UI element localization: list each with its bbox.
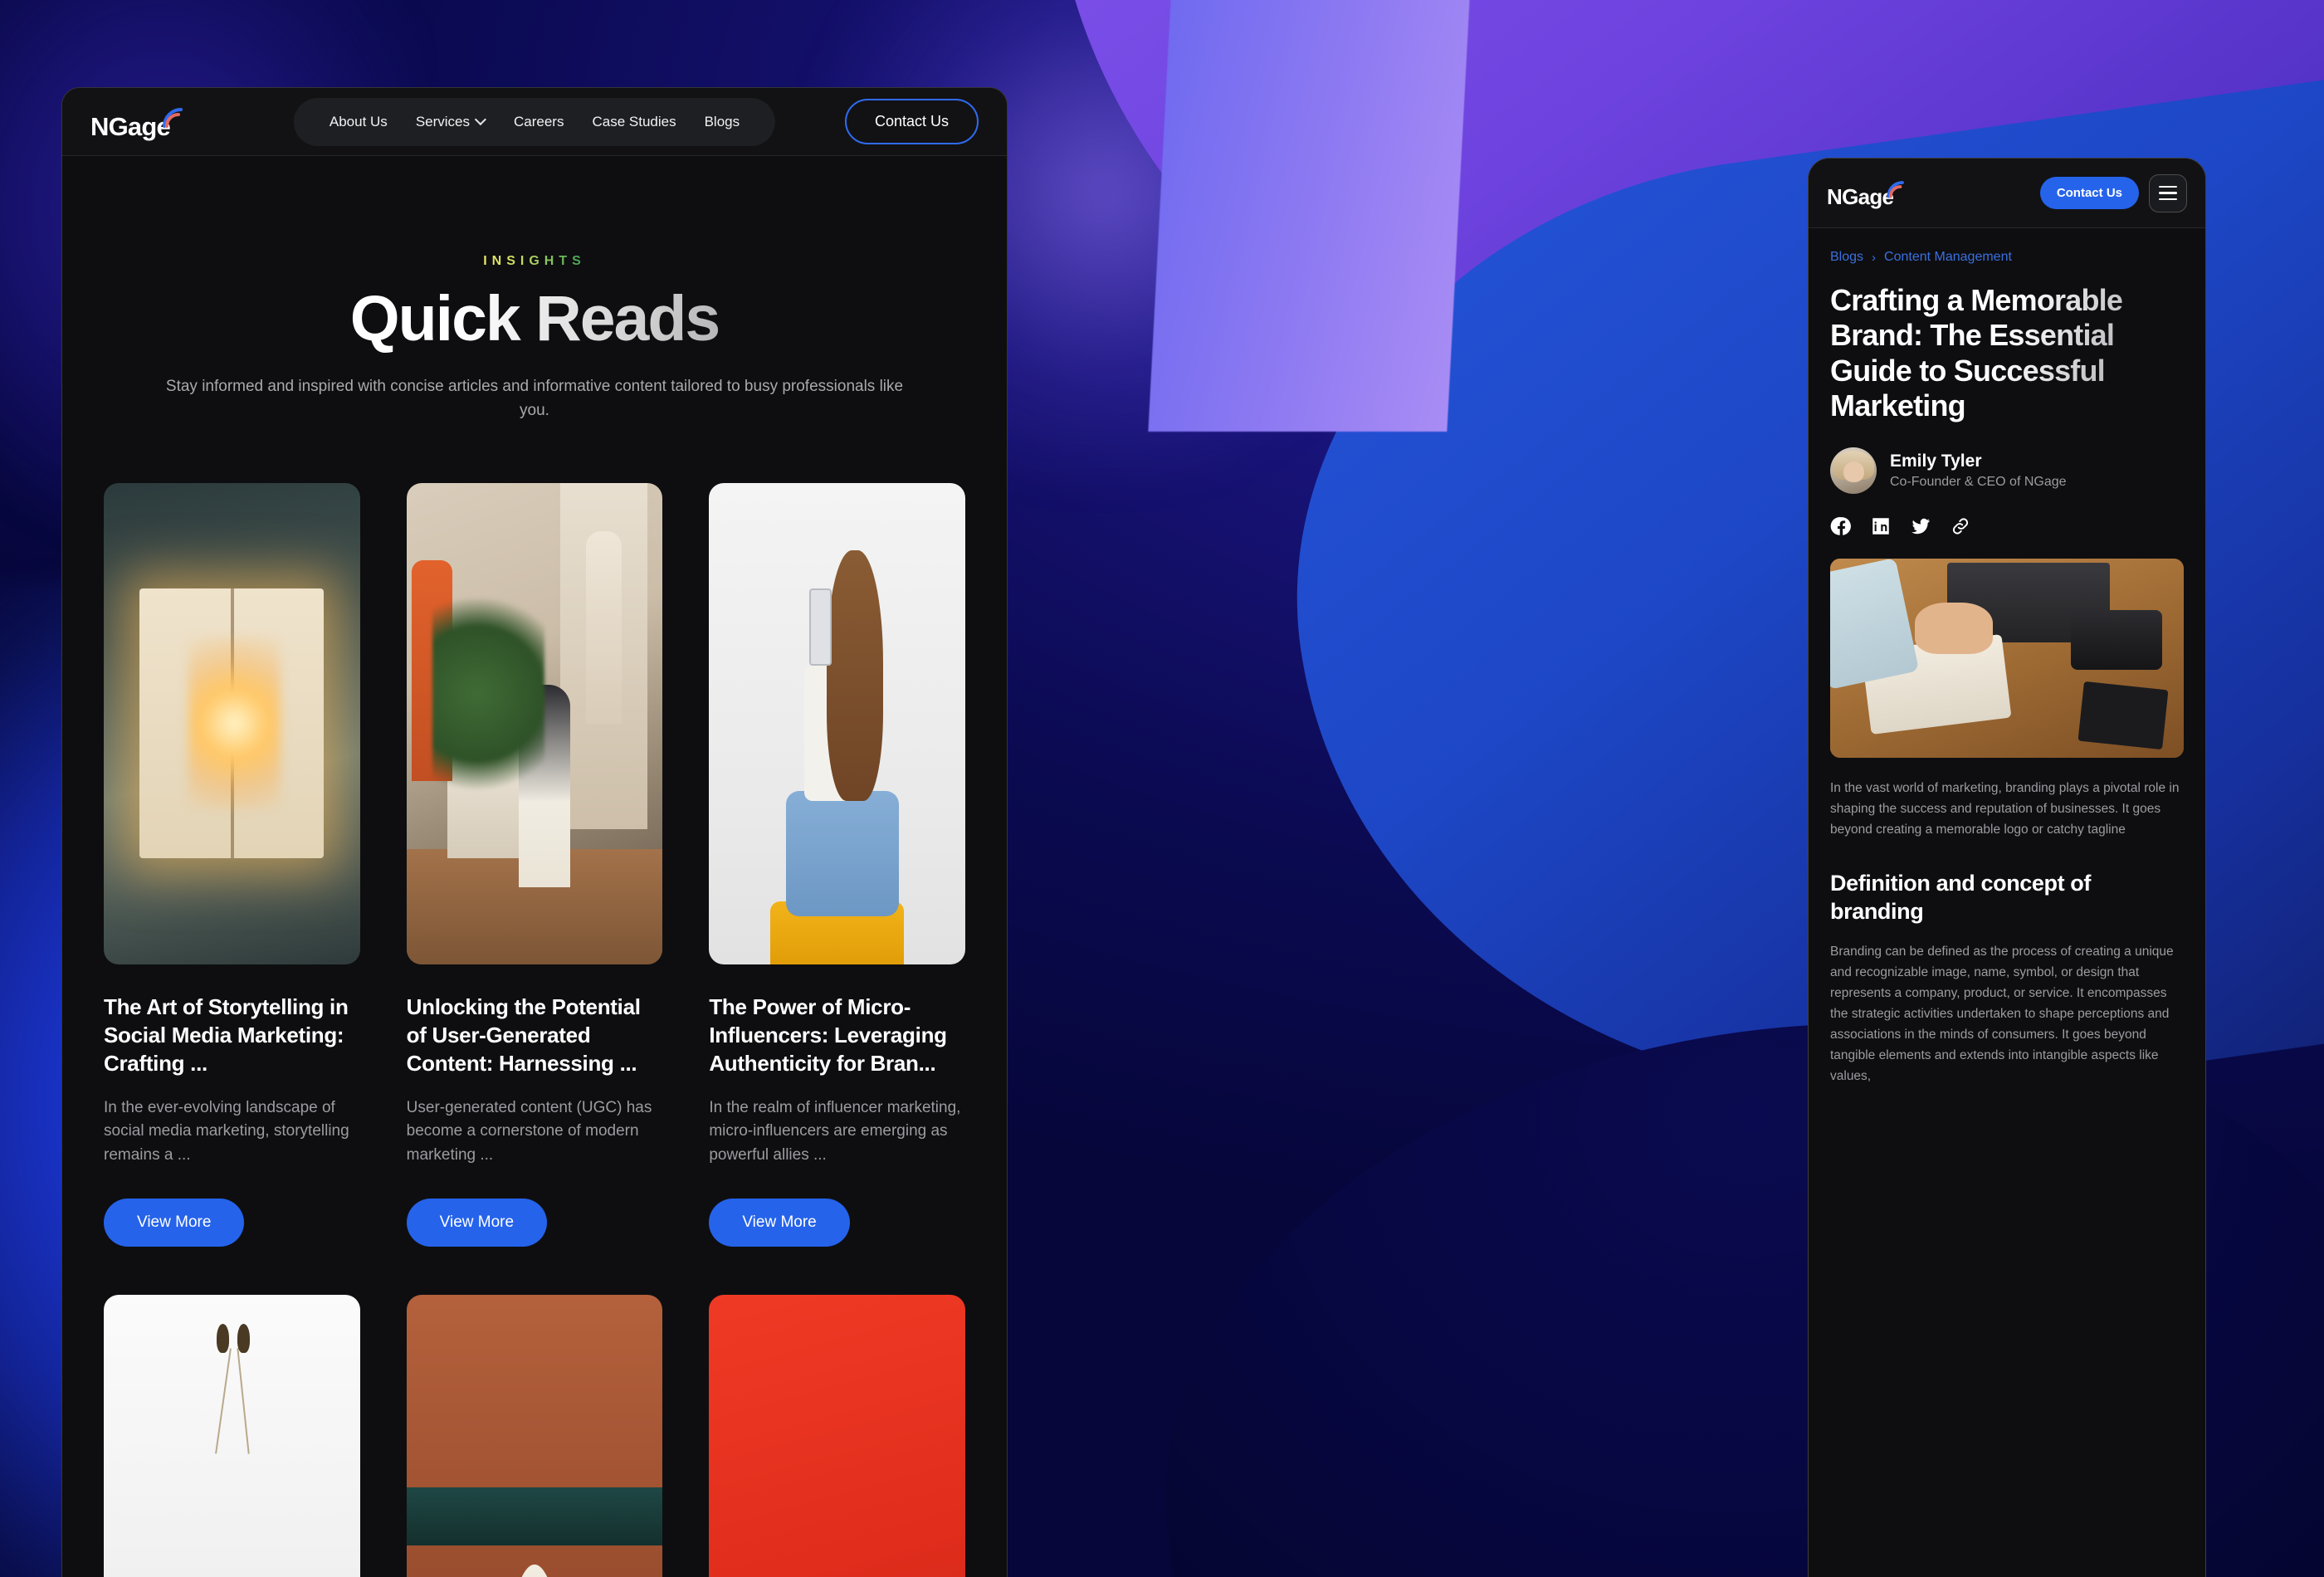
site-logo[interactable]: NGage [90, 105, 186, 139]
author-name: Emily Tyler [1890, 451, 1982, 471]
card-title: The Art of Storytelling in Social Media … [104, 994, 349, 1077]
blog-card[interactable]: Unlocking the Potential of User-Generate… [406, 482, 663, 1247]
linkedin-icon[interactable] [1870, 515, 1892, 537]
logo-signal-arcs-icon [161, 105, 186, 129]
nav-label: About Us [329, 113, 388, 129]
nav-item-careers[interactable]: Careers [500, 107, 578, 137]
article-author: Emily Tyler Co-Founder & CEO of NGage [1830, 447, 2184, 494]
article-section-paragraph: Branding can be defined as the process o… [1830, 944, 2174, 1084]
primary-navigation: About Us Services Careers Case Studies B… [293, 97, 776, 146]
view-more-button[interactable]: View More [104, 1199, 245, 1247]
hero-subtitle: Stay informed and inspired with concise … [165, 377, 904, 420]
social-share-bar [1830, 515, 2184, 537]
mobile-article-body: Blogs › Content Management Crafting a Me… [1809, 228, 2205, 1086]
blog-card[interactable]: The Power of Micro-Influencers: Leveragi… [709, 482, 965, 1247]
blog-card[interactable] [406, 1295, 663, 1577]
facebook-icon[interactable] [1830, 515, 1852, 537]
nav-label: Case Studies [592, 113, 676, 129]
nav-label: Services [415, 113, 470, 129]
card-excerpt: User-generated content (UGC) has become … [406, 1098, 652, 1164]
desktop-browser-window: NGage About Us Services Careers Case Stu… [61, 87, 1008, 1577]
contact-us-button[interactable]: Contact Us [844, 99, 979, 144]
view-more-button[interactable]: View More [406, 1199, 548, 1247]
wallpaper-purple-band [1148, 0, 1472, 432]
hamburger-menu-icon[interactable] [2149, 173, 2187, 212]
mobile-site-logo[interactable]: NGage [1827, 178, 1907, 208]
article-intro-paragraph: In the vast world of marketing, branding… [1830, 780, 2180, 837]
blog-card[interactable] [709, 1295, 965, 1577]
view-more-button[interactable]: View More [709, 1199, 850, 1247]
author-role: Co-Founder & CEO of NGage [1890, 474, 2067, 489]
mobile-site-header: NGage Contact Us [1809, 159, 2205, 228]
avatar [1830, 447, 1877, 494]
card-title: Unlocking the Potential of User-Generate… [406, 994, 641, 1077]
link-icon[interactable] [1950, 515, 1971, 537]
nav-item-services[interactable]: Services [402, 107, 500, 137]
nav-item-blogs[interactable]: Blogs [691, 107, 754, 137]
blog-card[interactable] [104, 1295, 360, 1577]
breadcrumb-root-link[interactable]: Blogs [1830, 250, 1863, 265]
card-excerpt: In the realm of influencer marketing, mi… [709, 1098, 961, 1164]
article-hero-image [1830, 558, 2184, 758]
nav-item-about-us[interactable]: About Us [315, 107, 402, 137]
card-image-roof-tiles [406, 1295, 663, 1577]
chevron-down-icon [476, 115, 486, 124]
card-title: The Power of Micro-Influencers: Leveragi… [709, 994, 947, 1077]
page-title: Quick Reads [62, 286, 1007, 353]
article-section-heading: Definition and concept of branding [1830, 871, 2091, 924]
article-title: Crafting a Memorable Brand: The Essentia… [1830, 283, 2184, 424]
blog-card[interactable]: The Art of Storytelling in Social Media … [104, 482, 360, 1247]
blog-card-grid: The Art of Storytelling in Social Media … [62, 482, 1007, 1577]
twitter-icon[interactable] [1910, 515, 1931, 537]
site-header: NGage About Us Services Careers Case Stu… [62, 88, 1007, 156]
breadcrumb-current-link[interactable]: Content Management [1884, 250, 2012, 265]
breadcrumb: Blogs › Content Management [1830, 250, 2184, 265]
card-image-open-book [104, 482, 360, 964]
card-image-mirror-selfie [709, 482, 965, 964]
nav-item-case-studies[interactable]: Case Studies [578, 107, 690, 137]
chevron-right-icon: › [1872, 250, 1877, 265]
card-image-red-background [709, 1295, 965, 1577]
card-image-houseplants [406, 482, 663, 964]
nav-label: Blogs [704, 113, 740, 129]
logo-wordmark: NGage [90, 111, 171, 141]
card-excerpt: In the ever-evolving landscape of social… [104, 1098, 349, 1164]
hero-section: INSIGHTS Quick Reads Stay informed and i… [62, 156, 1007, 423]
logo-signal-arcs-icon [1886, 178, 1907, 199]
logo-wordmark: NGage [1827, 184, 1894, 209]
mobile-browser-window: NGage Contact Us Blogs › Content Managem… [1808, 158, 2206, 1577]
mobile-contact-us-button[interactable]: Contact Us [2039, 177, 2139, 209]
mobile-header-actions: Contact Us [2039, 173, 2187, 212]
hero-eyebrow: INSIGHTS [483, 254, 586, 268]
nav-label: Careers [514, 113, 564, 129]
card-image-pendant-lamps [104, 1295, 360, 1577]
